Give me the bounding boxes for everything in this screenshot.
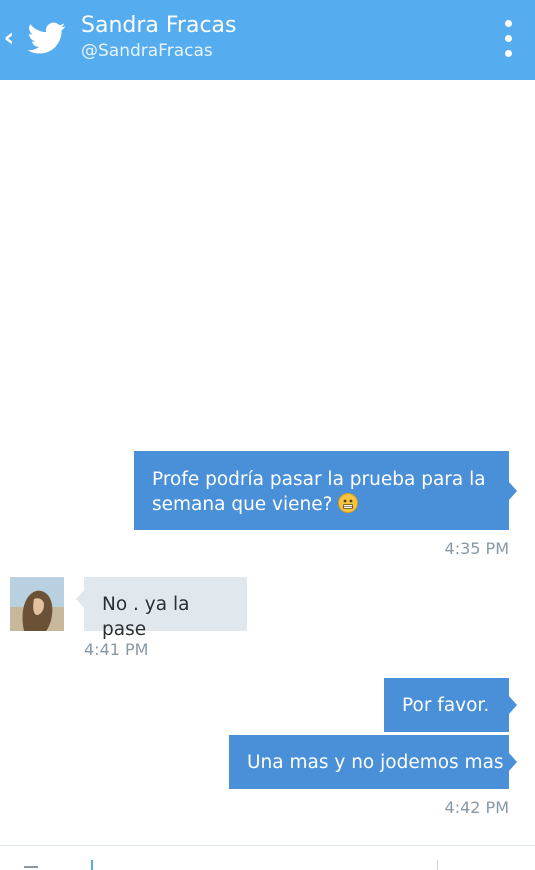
- sent-message-bubble[interactable]: Profe podría pasar la prueba para la sem…: [134, 451, 517, 530]
- compose-cursor: [91, 860, 93, 870]
- message-text: Una mas y no jodemos mas: [247, 752, 504, 773]
- contact-avatar[interactable]: [10, 577, 64, 631]
- compose-icon[interactable]: [24, 866, 38, 868]
- message-text: Profe podría pasar la prueba para la sem…: [152, 469, 486, 515]
- sent-message-bubble[interactable]: Por favor.: [384, 678, 517, 732]
- message-text: No . ya la pase: [102, 594, 190, 640]
- received-message-bubble[interactable]: No . ya la pase: [76, 577, 247, 640]
- sent-message-bubble[interactable]: Una mas y no jodemos mas: [229, 735, 517, 789]
- more-options-icon[interactable]: [498, 18, 520, 60]
- contact-handle: @SandraFracas: [81, 41, 213, 61]
- message-timestamp: 4:42 PM: [444, 798, 509, 817]
- compose-separator: [437, 860, 438, 870]
- message-timestamp: 4:35 PM: [444, 539, 509, 558]
- message-text: Por favor.: [402, 695, 490, 716]
- contact-name: Sandra Fracas: [81, 13, 237, 38]
- compose-divider: [0, 845, 535, 846]
- twitter-bird-icon: [28, 22, 66, 54]
- conversation-header: ‹ Sandra Fracas @SandraFracas: [0, 0, 535, 80]
- grimacing-face-icon: [338, 493, 359, 513]
- message-timestamp: 4:41 PM: [84, 640, 149, 659]
- back-icon[interactable]: ‹: [2, 23, 16, 53]
